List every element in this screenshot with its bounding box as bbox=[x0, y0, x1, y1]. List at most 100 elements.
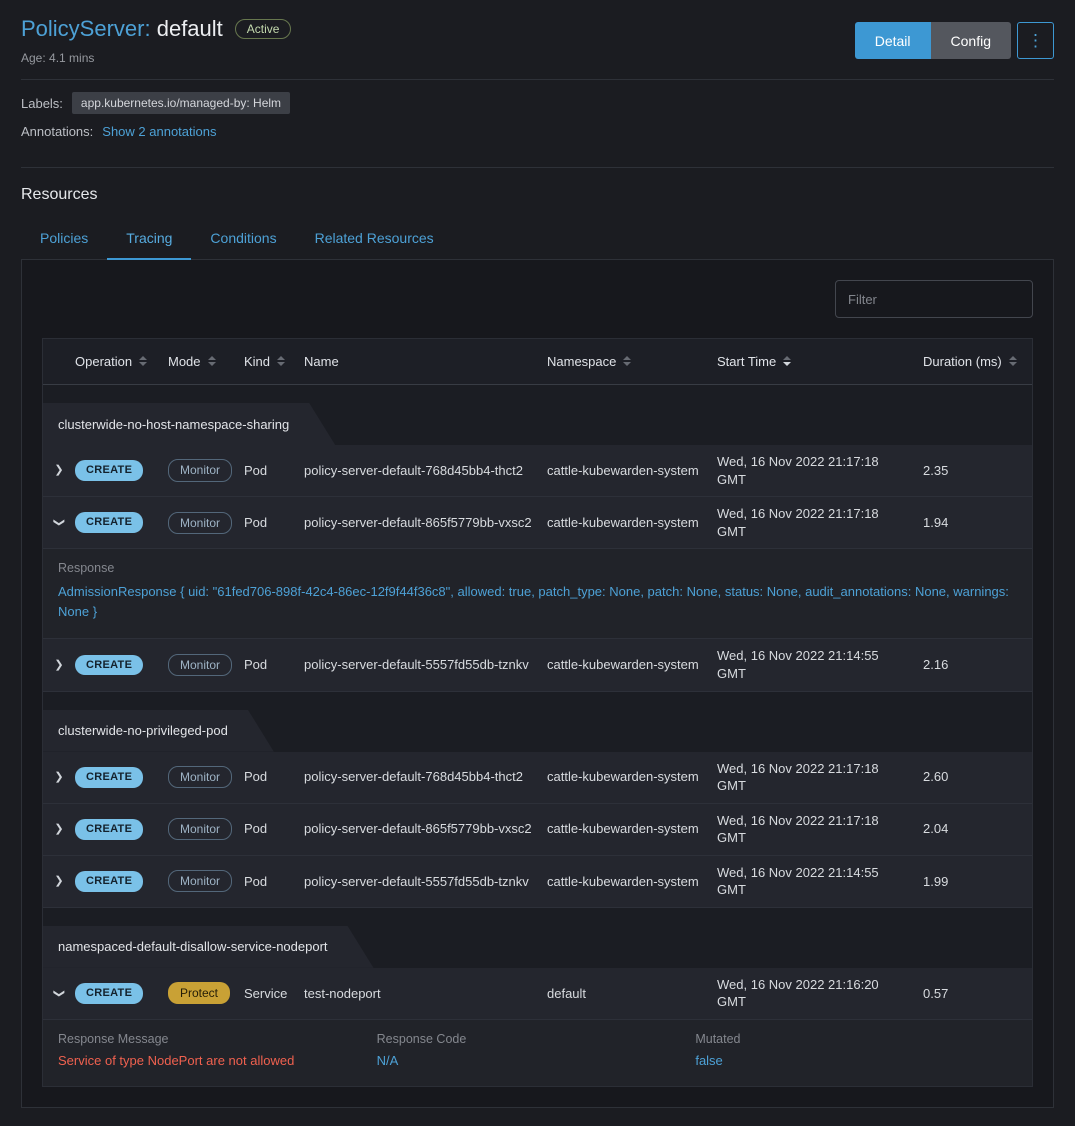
tracing-table: Operation Mode Kind Name Namespace bbox=[42, 338, 1033, 1087]
operation-badge: CREATE bbox=[75, 655, 143, 676]
tracing-tab-panel: Operation Mode Kind Name Namespace bbox=[21, 260, 1054, 1108]
mode-badge: Monitor bbox=[168, 654, 232, 676]
col-header-operation[interactable]: Operation bbox=[75, 345, 168, 379]
start-time-cell: Wed, 16 Nov 2022 21:17:18 GMT bbox=[717, 752, 923, 803]
namespace-cell: cattle-kubewarden-system bbox=[547, 648, 717, 682]
resource-name: default bbox=[157, 16, 223, 41]
col-label-kind: Kind bbox=[244, 353, 270, 371]
col-header-duration[interactable]: Duration (ms) bbox=[923, 345, 1032, 379]
name-cell: policy-server-default-865f5779bb-vxsc2 bbox=[304, 812, 547, 846]
kind-cell: Pod bbox=[244, 454, 304, 488]
config-button[interactable]: Config bbox=[931, 22, 1011, 59]
tab-conditions[interactable]: Conditions bbox=[191, 220, 295, 259]
col-header-name[interactable]: Name bbox=[304, 345, 547, 379]
duration-cell: 2.04 bbox=[923, 812, 1032, 846]
col-label-namespace: Namespace bbox=[547, 353, 616, 371]
name-cell: policy-server-default-865f5779bb-vxsc2 bbox=[304, 506, 547, 540]
mutated-col: Mutated false bbox=[695, 1032, 1014, 1068]
tab-tracing[interactable]: Tracing bbox=[107, 220, 191, 260]
kind-cell: Pod bbox=[244, 648, 304, 682]
mode-badge: Monitor bbox=[168, 459, 232, 481]
kind-cell: Pod bbox=[244, 812, 304, 846]
kebab-icon: ⋮ bbox=[1027, 31, 1044, 50]
chevron-right-icon[interactable]: ❯ bbox=[54, 463, 63, 478]
page-header: PolicyServer: default Active Age: 4.1 mi… bbox=[21, 16, 1054, 65]
response-value: AdmissionResponse { uid: "61fed706-898f-… bbox=[58, 582, 1014, 622]
sort-icon-active bbox=[783, 356, 791, 366]
response-message-label: Response Message bbox=[58, 1032, 377, 1046]
namespace-cell: cattle-kubewarden-system bbox=[547, 760, 717, 794]
name-cell: test-nodeport bbox=[304, 977, 547, 1011]
kind-cell: Service bbox=[244, 977, 304, 1011]
chevron-right-icon[interactable]: ❯ bbox=[54, 770, 63, 785]
mode-badge: Monitor bbox=[168, 766, 232, 788]
table-row-expanded[interactable]: ❯ CREATE Protect Service test-nodeport d… bbox=[43, 968, 1032, 1020]
tab-related-resources[interactable]: Related Resources bbox=[296, 220, 453, 259]
chevron-right-icon[interactable]: ❯ bbox=[54, 822, 63, 837]
namespace-cell: default bbox=[547, 977, 717, 1011]
table-row[interactable]: ❯ CREATE Monitor Pod policy-server-defau… bbox=[43, 752, 1032, 804]
chevron-down-icon[interactable]: ❯ bbox=[52, 518, 67, 527]
name-cell: policy-server-default-768d45bb4-thct2 bbox=[304, 760, 547, 794]
filter-row bbox=[42, 280, 1033, 318]
table-row[interactable]: ❯ CREATE Monitor Pod policy-server-defau… bbox=[43, 856, 1032, 908]
mode-badge: Monitor bbox=[168, 870, 232, 892]
mode-badge: Monitor bbox=[168, 818, 232, 840]
table-row[interactable]: ❯ CREATE Monitor Pod policy-server-defau… bbox=[43, 639, 1032, 691]
start-time-cell: Wed, 16 Nov 2022 21:16:20 GMT bbox=[717, 968, 923, 1019]
sort-icon bbox=[208, 356, 216, 366]
col-label-name: Name bbox=[304, 353, 339, 371]
row-response-detail: Response AdmissionResponse { uid: "61fed… bbox=[43, 549, 1032, 639]
name-cell: policy-server-default-5557fd55db-tznkv bbox=[304, 865, 547, 899]
col-label-operation: Operation bbox=[75, 353, 132, 371]
namespace-cell: cattle-kubewarden-system bbox=[547, 454, 717, 488]
show-annotations-link[interactable]: Show 2 annotations bbox=[102, 124, 216, 139]
start-time-cell: Wed, 16 Nov 2022 21:14:55 GMT bbox=[717, 856, 923, 907]
response-message-col: Response Message Service of type NodePor… bbox=[58, 1032, 377, 1068]
operation-badge: CREATE bbox=[75, 871, 143, 892]
name-cell: policy-server-default-768d45bb4-thct2 bbox=[304, 454, 547, 488]
chevron-column-spacer bbox=[43, 354, 75, 370]
operation-badge: CREATE bbox=[75, 512, 143, 533]
page-title: PolicyServer: default bbox=[21, 16, 223, 42]
table-row-expanded[interactable]: ❯ CREATE Monitor Pod policy-server-defau… bbox=[43, 497, 1032, 549]
operation-badge: CREATE bbox=[75, 819, 143, 840]
duration-cell: 1.99 bbox=[923, 865, 1032, 899]
sort-icon bbox=[1009, 356, 1017, 366]
table-header-row: Operation Mode Kind Name Namespace bbox=[43, 339, 1032, 385]
chevron-right-icon[interactable]: ❯ bbox=[54, 658, 63, 673]
policy-server-detail-page: PolicyServer: default Active Age: 4.1 mi… bbox=[0, 0, 1075, 1126]
mutated-label: Mutated bbox=[695, 1032, 1014, 1046]
kind-cell: Pod bbox=[244, 760, 304, 794]
policy-group-tab: namespaced-default-disallow-service-node… bbox=[43, 926, 374, 968]
resources-tabs: Policies Tracing Conditions Related Reso… bbox=[21, 220, 1054, 260]
detail-button[interactable]: Detail bbox=[855, 22, 931, 59]
mutated-value: false bbox=[695, 1053, 1014, 1068]
policy-group-tab: clusterwide-no-host-namespace-sharing bbox=[43, 403, 335, 445]
filter-input[interactable] bbox=[835, 280, 1033, 318]
operation-badge: CREATE bbox=[75, 983, 143, 1004]
table-row[interactable]: ❯ CREATE Monitor Pod policy-server-defau… bbox=[43, 445, 1032, 497]
start-time-cell: Wed, 16 Nov 2022 21:17:18 GMT bbox=[717, 497, 923, 548]
col-label-start-time: Start Time bbox=[717, 353, 776, 371]
metadata-section: Labels: app.kubernetes.io/managed-by: He… bbox=[21, 80, 1054, 153]
response-code-value: N/A bbox=[377, 1053, 696, 1068]
age-text: Age: 4.1 mins bbox=[21, 51, 291, 65]
col-label-duration: Duration (ms) bbox=[923, 353, 1002, 371]
col-header-kind[interactable]: Kind bbox=[244, 345, 304, 379]
kebab-menu-button[interactable]: ⋮ bbox=[1017, 22, 1054, 59]
col-header-start-time[interactable]: Start Time bbox=[717, 345, 923, 379]
operation-badge: CREATE bbox=[75, 767, 143, 788]
col-header-namespace[interactable]: Namespace bbox=[547, 345, 717, 379]
response-code-label: Response Code bbox=[377, 1032, 696, 1046]
label-tag: app.kubernetes.io/managed-by: Helm bbox=[72, 92, 290, 114]
tab-policies[interactable]: Policies bbox=[21, 220, 107, 259]
kind-cell: Pod bbox=[244, 865, 304, 899]
namespace-cell: cattle-kubewarden-system bbox=[547, 506, 717, 540]
duration-cell: 2.60 bbox=[923, 760, 1032, 794]
table-row[interactable]: ❯ CREATE Monitor Pod policy-server-defau… bbox=[43, 804, 1032, 856]
col-header-mode[interactable]: Mode bbox=[168, 345, 244, 379]
chevron-right-icon[interactable]: ❯ bbox=[54, 874, 63, 889]
chevron-down-icon[interactable]: ❯ bbox=[52, 989, 67, 998]
policy-group-header: namespaced-default-disallow-service-node… bbox=[43, 908, 1032, 968]
